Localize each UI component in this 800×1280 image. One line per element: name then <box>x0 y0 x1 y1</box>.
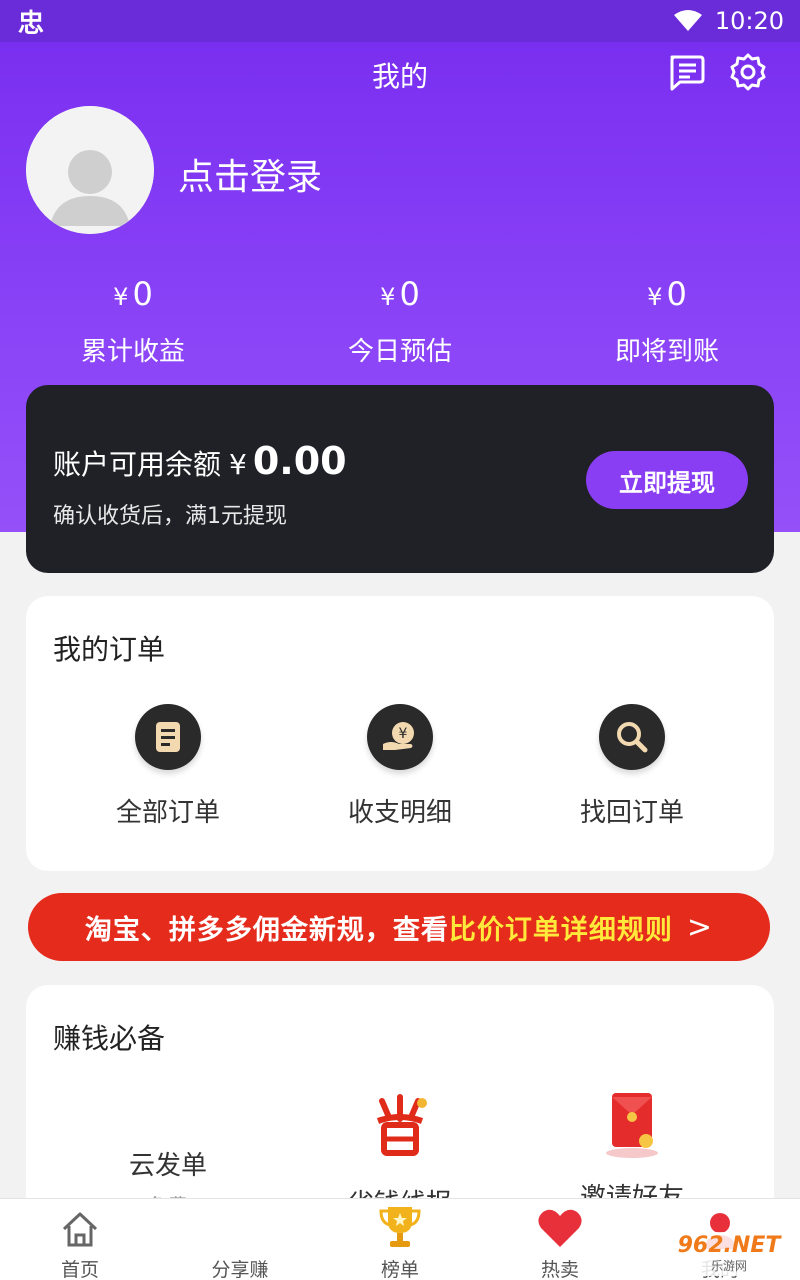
all-orders-label: 全部订单 <box>115 798 220 828</box>
recover-order-button[interactable]: 找回订单 <box>522 704 742 829</box>
currency-symbol: ¥ <box>229 448 247 481</box>
chevron-right-icon: > <box>686 909 714 945</box>
income-details-button[interactable]: ¥ 收支明细 <box>290 704 510 829</box>
nav-rankings[interactable]: 榜单 <box>320 1199 480 1280</box>
stat-pending[interactable]: ¥0 即将到账 <box>567 274 767 368</box>
settings-gear-icon[interactable] <box>728 52 768 92</box>
stat-label: 今日预估 <box>347 337 452 367</box>
status-bar: 忠 10:20 <box>0 0 800 42</box>
red-envelope-icon <box>606 1093 658 1158</box>
nav-hot-sale-label: 热卖 <box>540 1259 579 1280</box>
default-user-icon <box>26 106 154 234</box>
watermark-line1: 962.NET <box>677 1232 781 1258</box>
balance-row: 账户可用余额 ¥ 0.00 <box>53 439 347 483</box>
withdraw-button[interactable]: 立即提现 <box>586 451 748 509</box>
earn-title: 赚钱必备 <box>53 1022 166 1055</box>
magnifier-icon <box>599 704 665 770</box>
stat-amount: 0 <box>132 275 153 313</box>
message-icon[interactable] <box>666 52 706 92</box>
svg-text:¥: ¥ <box>399 726 408 742</box>
status-time: 10:20 <box>714 7 784 35</box>
watermark-line2: 乐游网 <box>710 1258 747 1273</box>
nav-rankings-label: 榜单 <box>380 1259 419 1280</box>
orders-card: 我的订单 全部订单 ¥ 收支明细 找回订单 <box>26 596 774 871</box>
nav-share[interactable]: 分享赚 <box>160 1199 320 1280</box>
currency-symbol: ¥ <box>380 283 396 311</box>
login-link[interactable]: 点击登录 <box>178 148 322 200</box>
share-icon <box>160 1199 320 1249</box>
promo-highlight: 比价订单详细规则 <box>448 914 673 946</box>
avatar[interactable] <box>26 106 154 234</box>
currency-symbol: ¥ <box>113 283 129 311</box>
stat-amount: 0 <box>399 275 420 313</box>
income-details-label: 收支明细 <box>347 798 452 828</box>
app-notification-icon: 忠 <box>18 8 45 39</box>
nav-home-label: 首页 <box>60 1259 99 1280</box>
nav-home[interactable]: 首页 <box>0 1199 160 1280</box>
site-watermark: 962.NET 乐游网 <box>664 1232 794 1276</box>
stat-label: 即将到账 <box>614 337 719 367</box>
heart-icon <box>538 1209 582 1247</box>
cloud-post-label: 云发单 <box>128 1151 207 1181</box>
sheng-icon <box>376 1094 427 1156</box>
nav-hot-sale[interactable]: 热卖 <box>480 1199 640 1280</box>
currency-symbol: ¥ <box>647 283 663 311</box>
recover-order-label: 找回订单 <box>579 798 684 828</box>
stat-total-earnings[interactable]: ¥0 累计收益 <box>33 274 233 368</box>
nav-share-label: 分享赚 <box>211 1259 269 1280</box>
yen-hand-icon: ¥ <box>367 704 433 770</box>
stat-label: 累计收益 <box>80 337 185 367</box>
invite-friends-button[interactable]: 邀请好友 <box>522 1089 742 1214</box>
orders-title: 我的订单 <box>53 633 166 666</box>
stat-amount: 0 <box>666 275 687 313</box>
wifi-icon <box>673 10 702 31</box>
balance-amount: 0.00 <box>252 439 347 483</box>
withdraw-note: 确认收货后，满1元提现 <box>53 504 287 529</box>
balance-label: 账户可用余额 <box>53 448 222 481</box>
balance-card: 账户可用余额 ¥ 0.00 确认收货后，满1元提现 立即提现 <box>26 385 774 573</box>
trophy-icon <box>379 1207 421 1247</box>
promo-text: 淘宝、拼多多佣金新规，查看 <box>84 914 449 946</box>
stat-today-estimate[interactable]: ¥0 今日预估 <box>300 274 500 368</box>
home-icon <box>62 1212 98 1247</box>
all-orders-button[interactable]: 全部订单 <box>58 704 278 829</box>
document-icon <box>135 704 201 770</box>
commission-rules-banner[interactable]: 淘宝、拼多多佣金新规，查看 比价订单详细规则 > <box>28 893 770 961</box>
